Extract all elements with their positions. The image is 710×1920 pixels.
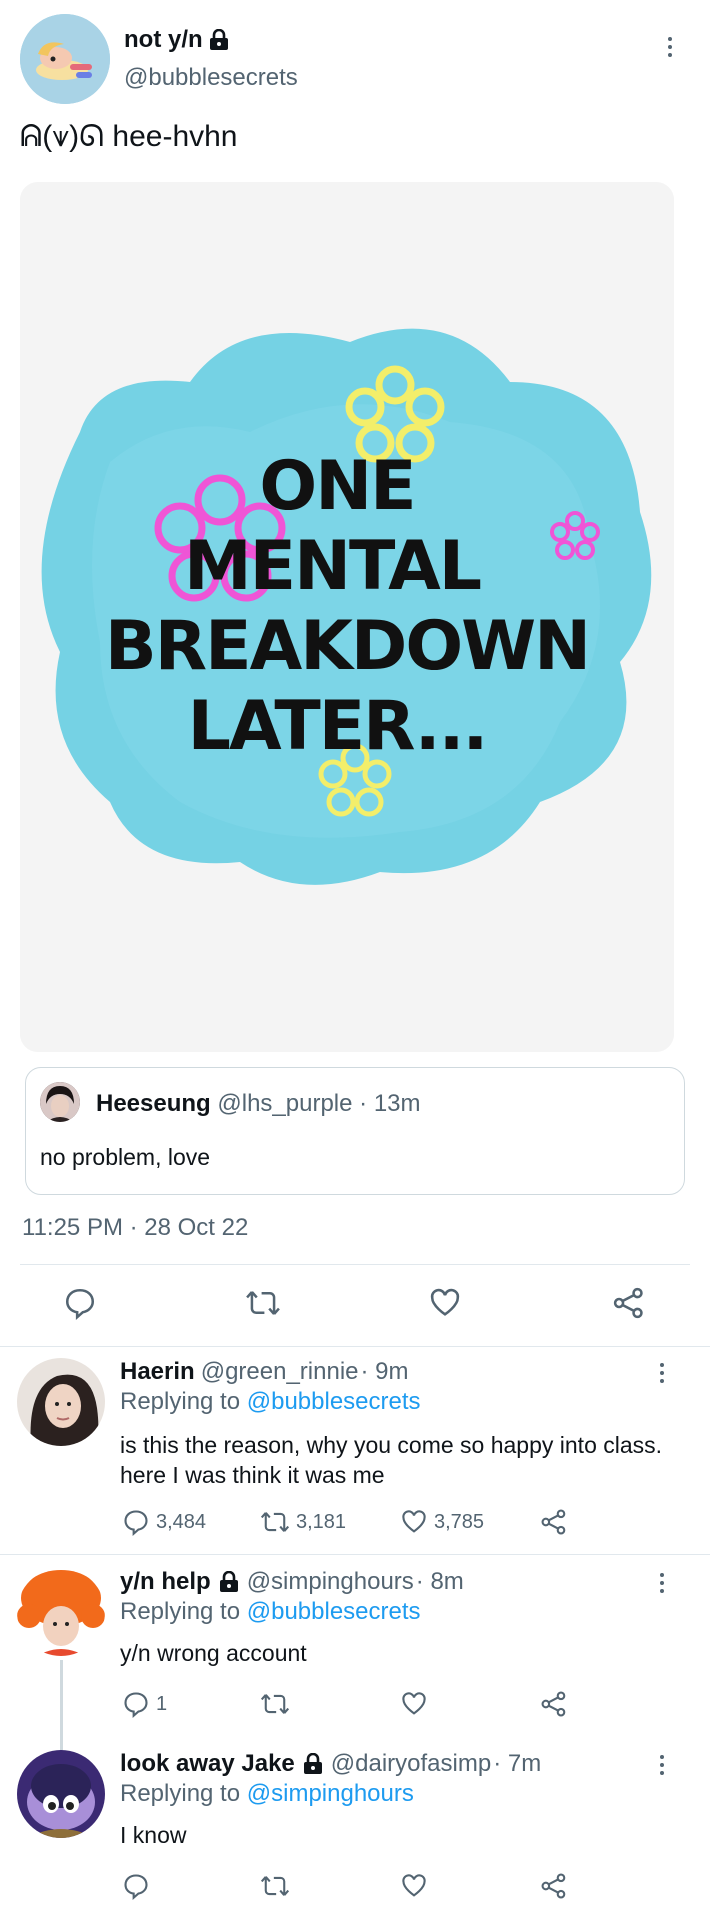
reply-actions: 3,484 3,181 3,785: [0, 1508, 710, 1548]
quoted-tweet-text: no problem, love: [40, 1144, 211, 1170]
timestamp: · 8m: [415, 1568, 464, 1595]
display-name[interactable]: Heeseung: [96, 1090, 211, 1117]
like-icon[interactable]: [428, 1286, 462, 1320]
timestamp: · 9m: [360, 1358, 409, 1385]
reply-button[interactable]: 1: [122, 1690, 167, 1718]
lock-icon: [219, 1570, 239, 1593]
reply-text: y/n wrong account: [120, 1640, 307, 1666]
handle[interactable]: @simpinghours: [247, 1568, 414, 1596]
retweet-icon[interactable]: [245, 1286, 281, 1320]
avatar[interactable]: [40, 1082, 80, 1122]
display-name-text[interactable]: not y/n: [124, 26, 203, 54]
avatar[interactable]: [17, 1358, 105, 1446]
avatar[interactable]: [17, 1750, 105, 1838]
caption-line: BREAKDOWN: [104, 607, 591, 686]
handle[interactable]: @bubblesecrets: [124, 64, 298, 92]
replying-label: Replying to: [120, 1780, 241, 1807]
caption-line: LATER...: [187, 687, 489, 766]
handle[interactable]: @dairyofasimp: [331, 1750, 491, 1778]
replying-to: Replying to @bubblesecrets: [120, 1598, 421, 1626]
timestamp: · 7m: [493, 1750, 542, 1777]
tweet-timestamp[interactable]: 11:25 PM · 28 Oct 22: [22, 1214, 248, 1242]
timestamp: · 13m: [359, 1090, 421, 1117]
divider: [0, 1346, 710, 1347]
tweet-image[interactable]: ONE MENTAL BREAKDOWN LATER...: [20, 182, 674, 1052]
share-icon[interactable]: [612, 1286, 646, 1320]
replying-to: Replying to @bubblesecrets: [120, 1388, 421, 1416]
caption-line: ONE: [259, 447, 416, 526]
handle[interactable]: @lhs_purple: [217, 1090, 352, 1117]
reply-header: y/n help @simpinghours · 8m: [120, 1568, 464, 1596]
tweet-text: ᕱ(⩛)ᘏ hee-hvhn: [20, 120, 238, 153]
share-icon[interactable]: [540, 1508, 568, 1536]
reply-count: 1: [156, 1692, 168, 1715]
handle[interactable]: @green_rinnie: [201, 1358, 359, 1386]
reply-tweet[interactable]: look away Jake @dairyofasimp · 7m Replyi…: [0, 1750, 710, 1920]
reply-tweet[interactable]: Haerin @green_rinnie · 9m Replying to @b…: [0, 1358, 710, 1548]
reply-actions: [0, 1872, 710, 1912]
like-count: 3,785: [434, 1510, 485, 1533]
like-button[interactable]: 3,785: [400, 1508, 484, 1536]
replying-label: Replying to: [120, 1388, 241, 1415]
reply-icon[interactable]: [122, 1872, 150, 1900]
avatar[interactable]: [17, 1568, 105, 1656]
replying-to-link[interactable]: @simpinghours: [247, 1780, 414, 1807]
more-icon[interactable]: [652, 1750, 672, 1780]
more-icon[interactable]: [660, 32, 680, 62]
replying-to-link[interactable]: @bubblesecrets: [247, 1598, 421, 1625]
display-name[interactable]: not y/n: [124, 26, 229, 54]
display-name[interactable]: y/n help: [120, 1568, 211, 1596]
divider: [0, 1554, 710, 1555]
replying-label: Replying to: [120, 1598, 241, 1625]
share-icon[interactable]: [540, 1872, 568, 1900]
retweet-button[interactable]: 3,181: [260, 1508, 346, 1536]
retweet-count: 3,181: [296, 1510, 347, 1533]
reply-text: I know: [120, 1822, 187, 1848]
quoted-tweet-header: Heeseung @lhs_purple · 13m: [96, 1090, 421, 1118]
reply-icon: [122, 1690, 150, 1718]
reply-actions: 1: [0, 1690, 710, 1730]
replying-to: Replying to @simpinghours: [120, 1780, 414, 1808]
reply-icon: [122, 1508, 150, 1536]
retweet-icon[interactable]: [260, 1872, 290, 1900]
reply-header: Haerin @green_rinnie · 9m: [120, 1358, 409, 1386]
display-name[interactable]: look away Jake: [120, 1750, 295, 1778]
reply-icon[interactable]: [63, 1286, 97, 1320]
retweet-icon[interactable]: [260, 1690, 290, 1718]
share-icon[interactable]: [540, 1690, 568, 1718]
main-tweet-header: not y/n @bubblesecrets: [20, 14, 690, 104]
quoted-tweet[interactable]: Heeseung @lhs_purple · 13m no problem, l…: [25, 1067, 685, 1195]
more-icon[interactable]: [652, 1358, 672, 1388]
avatar[interactable]: [20, 14, 110, 104]
more-icon[interactable]: [652, 1568, 672, 1598]
like-icon[interactable]: [400, 1872, 428, 1900]
like-icon: [400, 1508, 428, 1536]
divider: [20, 1264, 690, 1265]
like-icon[interactable]: [400, 1690, 428, 1718]
reply-header: look away Jake @dairyofasimp · 7m: [120, 1750, 541, 1778]
lock-icon: [303, 1752, 323, 1775]
replying-to-link[interactable]: @bubblesecrets: [247, 1388, 421, 1415]
caption-line: MENTAL: [183, 527, 482, 606]
retweet-icon: [260, 1508, 290, 1536]
lock-icon: [209, 28, 229, 51]
image-caption: ONE MENTAL BREAKDOWN LATER...: [20, 182, 674, 1052]
reply-button[interactable]: 3,484: [122, 1508, 206, 1536]
reply-tweet[interactable]: y/n help @simpinghours · 8m Replying to …: [0, 1568, 710, 1748]
reply-text: is this the reason, why you come so happ…: [120, 1432, 663, 1488]
tweet-actions: [0, 1286, 710, 1326]
display-name[interactable]: Haerin: [120, 1358, 195, 1386]
reply-count: 3,484: [156, 1510, 207, 1533]
